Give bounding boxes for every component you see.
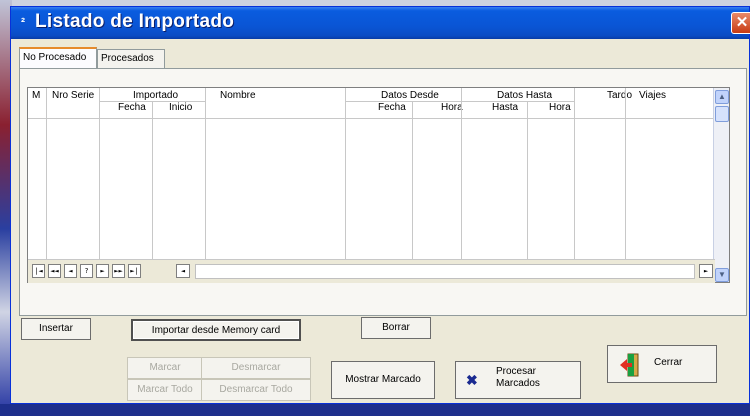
app-icon: ² — [21, 15, 25, 29]
col-divider — [412, 102, 413, 259]
col-divider — [625, 88, 626, 259]
exit-door-icon — [620, 353, 639, 377]
col-hasta-hasta[interactable]: Hasta — [492, 102, 518, 113]
tab-no-procesado[interactable]: No Procesado — [19, 47, 97, 70]
col-importado-fecha[interactable]: Fecha — [118, 102, 146, 113]
procesar-marcados-button[interactable]: ✖ Procesar Marcados — [455, 361, 581, 399]
borrar-button[interactable]: Borrar — [361, 317, 431, 339]
col-nombre[interactable]: Nombre — [220, 90, 256, 101]
col-divider — [345, 88, 346, 259]
col-importado-inicio[interactable]: Inicio — [169, 102, 192, 113]
prev-record-icon[interactable]: ◄ — [64, 264, 77, 278]
insertar-button[interactable]: Insertar — [21, 318, 91, 340]
title-bar[interactable]: ² Listado de Importado ✕ — [11, 7, 750, 39]
desmarcar-button[interactable]: Desmarcar — [201, 357, 311, 379]
help-icon[interactable]: ? — [80, 264, 93, 278]
procesar-label-line1: Procesar — [496, 366, 537, 377]
col-datos-desde[interactable]: Datos Desde — [381, 90, 439, 101]
marcar-button[interactable]: Marcar — [127, 357, 203, 379]
mostrar-marcado-button[interactable]: Mostrar Marcado — [331, 361, 435, 399]
first-record-icon[interactable]: |◄ — [32, 264, 45, 278]
col-hasta-hora[interactable]: Hora — [549, 102, 571, 113]
procesar-label-line2: Marcados — [496, 378, 540, 389]
scroll-up-icon[interactable]: ▲ — [715, 90, 729, 104]
importado-grid[interactable]: M Nro Serie Importado Fecha Inicio Nombr… — [27, 87, 730, 283]
listado-window: ² Listado de Importado ✕ No Procesado Pr… — [10, 6, 750, 404]
col-divider — [574, 88, 575, 259]
horizontal-scrollbar[interactable] — [195, 264, 695, 279]
col-divider — [46, 88, 47, 259]
col-divider — [527, 102, 528, 259]
col-viajes[interactable]: Viajes — [639, 90, 666, 101]
col-tardo[interactable]: Tardo — [607, 90, 632, 101]
cancel-x-icon: ✖ — [466, 372, 478, 388]
col-divider — [461, 88, 462, 259]
next-record-icon[interactable]: ► — [96, 264, 109, 278]
col-nro-serie[interactable]: Nro Serie — [52, 90, 94, 101]
last-record-icon[interactable]: ►| — [128, 264, 141, 278]
col-datos-hasta[interactable]: Datos Hasta — [497, 90, 552, 101]
next-page-icon[interactable]: ►► — [112, 264, 125, 278]
cerrar-button[interactable]: Cerrar — [607, 345, 717, 383]
scroll-right-icon[interactable]: ► — [699, 264, 713, 278]
header-group-line — [346, 101, 461, 102]
cerrar-label: Cerrar — [654, 357, 683, 368]
window-title: Listado de Importado — [35, 11, 235, 32]
col-divider — [205, 88, 206, 259]
scroll-left-icon[interactable]: ◄ — [176, 264, 190, 278]
col-importado[interactable]: Importado — [133, 90, 178, 101]
col-desde-hora[interactable]: Hora — [441, 102, 463, 113]
header-group-line — [462, 101, 574, 102]
col-m[interactable]: M — [32, 90, 40, 101]
scroll-down-icon[interactable]: ▼ — [715, 268, 729, 282]
marcar-todo-button[interactable]: Marcar Todo — [127, 379, 203, 401]
scroll-thumb[interactable] — [715, 106, 729, 122]
record-navigator: |◄ ◄◄ ◄ ? ► ►► ►| ◄ ► — [28, 259, 715, 283]
col-desde-fecha[interactable]: Fecha — [378, 102, 406, 113]
header-bottom-line — [28, 118, 719, 119]
header-group-line — [100, 101, 205, 102]
close-icon: ✕ — [735, 14, 749, 31]
tab-procesados[interactable]: Procesados — [97, 49, 165, 69]
col-divider — [99, 88, 100, 259]
close-window-button[interactable]: ✕ — [731, 12, 750, 34]
vertical-scrollbar[interactable]: ▲ — [713, 88, 729, 268]
desmarcar-todo-button[interactable]: Desmarcar Todo — [201, 379, 311, 401]
prev-page-icon[interactable]: ◄◄ — [48, 264, 61, 278]
importar-memory-card-button[interactable]: Importar desde Memory card — [131, 319, 301, 341]
desktop-background-bottom — [0, 404, 750, 416]
col-divider — [152, 102, 153, 259]
